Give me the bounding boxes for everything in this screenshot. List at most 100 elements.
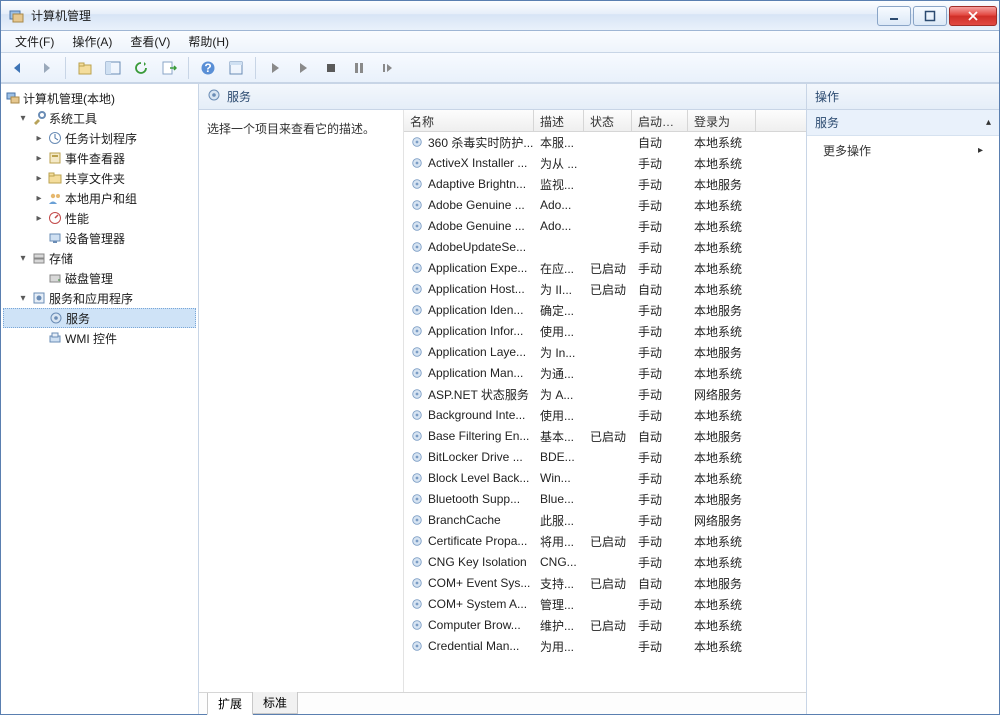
col-name[interactable]: 名称 (404, 110, 534, 131)
tree-disk-management[interactable]: 磁盘管理 (3, 268, 196, 288)
service-row[interactable]: Application Iden...确定...手动本地服务 (404, 300, 806, 321)
maximize-button[interactable] (913, 6, 947, 26)
tree-shared-folders[interactable]: ▸共享文件夹 (3, 168, 196, 188)
tree-label: WMI 控件 (65, 330, 117, 347)
service-row[interactable]: Bluetooth Supp...Blue...手动本地服务 (404, 489, 806, 510)
service-row[interactable]: Application Infor...使用...手动本地系统 (404, 321, 806, 342)
service-row[interactable]: Application Host...为 II...已启动自动本地系统 (404, 279, 806, 300)
cell-desc: 为 II... (534, 281, 584, 298)
expand-icon[interactable]: ▸ (33, 212, 45, 224)
service-row[interactable]: ActiveX Installer ...为从 ...手动本地系统 (404, 153, 806, 174)
tree-system-tools[interactable]: ▾ 系统工具 (3, 108, 196, 128)
tree-panel[interactable]: 计算机管理(本地) ▾ 系统工具 ▸任务计划程序 ▸事件查看器 (1, 84, 199, 714)
menu-view[interactable]: 查看(V) (122, 31, 178, 52)
tree-event-viewer[interactable]: ▸事件查看器 (3, 148, 196, 168)
service-row[interactable]: COM+ System A...管理...手动本地系统 (404, 594, 806, 615)
close-button[interactable] (949, 6, 997, 26)
service-row[interactable]: Application Man...为通...手动本地系统 (404, 363, 806, 384)
play-button[interactable] (264, 57, 286, 79)
cell-desc: 支持... (534, 575, 584, 592)
show-hide-tree-button[interactable] (102, 57, 124, 79)
storage-icon (31, 250, 47, 266)
service-row[interactable]: Certificate Propa...将用...已启动手动本地系统 (404, 531, 806, 552)
actions-header: 操作 (807, 84, 999, 110)
col-start[interactable]: 启动类型 (632, 110, 688, 131)
service-row[interactable]: Background Inte...使用...手动本地系统 (404, 405, 806, 426)
tree-task-scheduler[interactable]: ▸任务计划程序 (3, 128, 196, 148)
spacer (34, 312, 46, 324)
actions-more[interactable]: 更多操作 ▸ (807, 136, 999, 165)
service-row[interactable]: Adobe Genuine ...Ado...手动本地系统 (404, 195, 806, 216)
expand-icon[interactable]: ▸ (33, 172, 45, 184)
tree-storage[interactable]: ▾ 存储 (3, 248, 196, 268)
play2-button[interactable] (292, 57, 314, 79)
col-logon[interactable]: 登录为 (688, 110, 756, 131)
minimize-button[interactable] (877, 6, 911, 26)
tree-services-apps[interactable]: ▾ 服务和应用程序 (3, 288, 196, 308)
services-list[interactable]: 名称 描述 状态 启动类型 登录为 360 杀毒实时防护...本服...自动本地… (404, 110, 806, 692)
wmi-icon (47, 330, 63, 346)
service-row[interactable]: Block Level Back...Win...手动本地系统 (404, 468, 806, 489)
service-row[interactable]: CNG Key IsolationCNG...手动本地系统 (404, 552, 806, 573)
service-row[interactable]: BranchCache此服...手动网络服务 (404, 510, 806, 531)
export-button[interactable] (158, 57, 180, 79)
tree-performance[interactable]: ▸性能 (3, 208, 196, 228)
menu-help[interactable]: 帮助(H) (180, 31, 237, 52)
service-row[interactable]: Application Laye...为 In...手动本地服务 (404, 342, 806, 363)
back-button[interactable] (7, 57, 29, 79)
cell-logon: 本地系统 (688, 449, 756, 466)
tree-services[interactable]: 服务 (3, 308, 196, 328)
stop-button[interactable] (320, 57, 342, 79)
cell-name: ASP.NET 状态服务 (404, 386, 534, 403)
tree-wmi[interactable]: WMI 控件 (3, 328, 196, 348)
service-row[interactable]: BitLocker Drive ...BDE...手动本地系统 (404, 447, 806, 468)
title-bar[interactable]: 计算机管理 (1, 1, 999, 31)
service-row[interactable]: Application Expe...在应...已启动手动本地系统 (404, 258, 806, 279)
tab-extended[interactable]: 扩展 (207, 693, 253, 715)
gear-icon (410, 156, 424, 170)
service-row[interactable]: Computer Brow...维护...已启动手动本地系统 (404, 615, 806, 636)
service-hint: 选择一个项目来查看它的描述。 (199, 110, 404, 692)
actions-section[interactable]: 服务 ▴ (807, 110, 999, 136)
refresh-button[interactable] (130, 57, 152, 79)
gear-icon (410, 387, 424, 401)
tree-local-users[interactable]: ▸本地用户和组 (3, 188, 196, 208)
pause-button[interactable] (348, 57, 370, 79)
expand-icon[interactable]: ▸ (33, 132, 45, 144)
tree-device-manager[interactable]: 设备管理器 (3, 228, 196, 248)
col-desc[interactable]: 描述 (534, 110, 584, 131)
forward-button[interactable] (35, 57, 57, 79)
collapse-icon[interactable]: ▾ (17, 292, 29, 304)
service-row[interactable]: Adobe Genuine ...Ado...手动本地系统 (404, 216, 806, 237)
content-area: 计算机管理(本地) ▾ 系统工具 ▸任务计划程序 ▸事件查看器 (1, 83, 999, 714)
restart-button[interactable] (376, 57, 398, 79)
list-header[interactable]: 名称 描述 状态 启动类型 登录为 (404, 110, 806, 132)
collapse-icon[interactable]: ▾ (17, 252, 29, 264)
gear-icon (410, 240, 424, 254)
help-button[interactable]: ? (197, 57, 219, 79)
tree-root[interactable]: 计算机管理(本地) (3, 88, 196, 108)
properties-button[interactable] (225, 57, 247, 79)
up-button[interactable] (74, 57, 96, 79)
service-row[interactable]: Adaptive Brightn...监视...手动本地服务 (404, 174, 806, 195)
service-row[interactable]: COM+ Event Sys...支持...已启动自动本地服务 (404, 573, 806, 594)
cell-logon: 本地系统 (688, 134, 756, 151)
tree-label: 磁盘管理 (65, 270, 113, 287)
expand-icon[interactable]: ▸ (33, 192, 45, 204)
menu-file[interactable]: 文件(F) (7, 31, 62, 52)
service-row[interactable]: AdobeUpdateSe...手动本地系统 (404, 237, 806, 258)
service-row[interactable]: 360 杀毒实时防护...本服...自动本地系统 (404, 132, 806, 153)
cell-desc: 将用... (534, 533, 584, 550)
actions-section-label: 服务 (815, 114, 839, 131)
tab-standard[interactable]: 标准 (252, 692, 298, 714)
collapse-icon[interactable]: ▾ (17, 112, 29, 124)
col-state[interactable]: 状态 (584, 110, 632, 131)
service-row[interactable]: Base Filtering En...基本...已启动自动本地服务 (404, 426, 806, 447)
list-body[interactable]: 360 杀毒实时防护...本服...自动本地系统ActiveX Installe… (404, 132, 806, 692)
expand-icon[interactable]: ▸ (33, 152, 45, 164)
service-row[interactable]: ASP.NET 状态服务为 A...手动网络服务 (404, 384, 806, 405)
cell-logon: 网络服务 (688, 512, 756, 529)
cell-start: 手动 (632, 554, 688, 571)
menu-action[interactable]: 操作(A) (64, 31, 120, 52)
service-row[interactable]: Credential Man...为用...手动本地系统 (404, 636, 806, 657)
